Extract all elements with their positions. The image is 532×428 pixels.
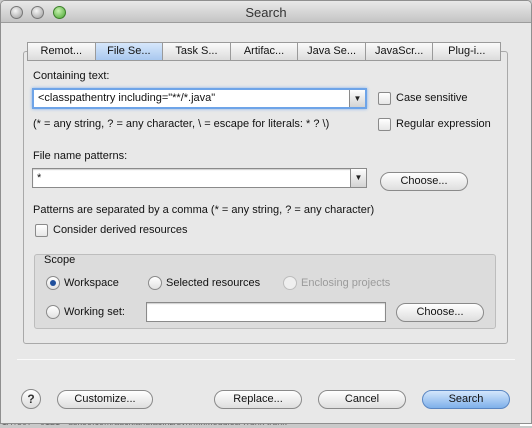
working-set-label: Working set: bbox=[64, 306, 125, 318]
tab-file-search[interactable]: File Se... bbox=[95, 42, 164, 61]
regular-expression-label: Regular expression bbox=[396, 118, 491, 130]
chevron-down-icon[interactable]: ▼ bbox=[350, 169, 366, 187]
containing-text-label: Containing text: bbox=[33, 70, 110, 82]
file-name-patterns-combo[interactable]: * ▼ bbox=[32, 168, 367, 188]
case-sensitive-checkbox[interactable] bbox=[378, 92, 391, 105]
tab-plugin[interactable]: Plug-i... bbox=[433, 42, 502, 61]
replace-button[interactable]: Replace... bbox=[214, 390, 302, 409]
enclosing-projects-radio bbox=[283, 276, 297, 290]
enclosing-projects-label: Enclosing projects bbox=[301, 277, 391, 289]
help-icon[interactable]: ? bbox=[21, 389, 41, 409]
title-bar[interactable]: Search bbox=[1, 1, 531, 23]
containing-text-combo[interactable]: <classpathentry including="**/*.java" ▼ bbox=[32, 88, 367, 109]
case-sensitive-label: Case sensitive bbox=[396, 92, 468, 104]
customize-button[interactable]: Customize... bbox=[57, 390, 153, 409]
file-name-patterns-value: * bbox=[37, 172, 42, 184]
containing-text-value: <classpathentry including="**/*.java" bbox=[38, 92, 216, 104]
file-name-patterns-label: File name patterns: bbox=[33, 150, 128, 162]
scope-title: Scope bbox=[44, 254, 76, 266]
choose-file-patterns-button[interactable]: Choose... bbox=[380, 172, 468, 191]
tab-artifact[interactable]: Artifac... bbox=[230, 42, 299, 61]
choose-working-set-button[interactable]: Choose... bbox=[396, 303, 484, 322]
tab-javascript[interactable]: JavaScr... bbox=[365, 42, 434, 61]
regular-expression-checkbox[interactable] bbox=[378, 118, 391, 131]
workspace-radio[interactable] bbox=[46, 276, 60, 290]
search-dialog: Search Containing text: <classpathentry … bbox=[0, 0, 532, 424]
consider-derived-label: Consider derived resources bbox=[53, 224, 188, 236]
tab-java-search[interactable]: Java Se... bbox=[298, 42, 366, 61]
working-set-field[interactable] bbox=[146, 302, 386, 322]
search-button[interactable]: Search bbox=[422, 390, 510, 409]
selected-resources-label: Selected resources bbox=[166, 277, 261, 289]
window-title: Search bbox=[245, 5, 287, 20]
containing-text-hint: (* = any string, ? = any character, \ = … bbox=[33, 118, 330, 130]
tab-content-panel: Containing text: <classpathentry includi… bbox=[23, 51, 508, 344]
chevron-down-icon[interactable]: ▼ bbox=[349, 90, 365, 107]
search-page-tabs: Remot... File Se... Task S... Artifac...… bbox=[27, 42, 502, 61]
file-patterns-hint: Patterns are separated by a comma (* = a… bbox=[33, 204, 375, 216]
cancel-button[interactable]: Cancel bbox=[318, 390, 406, 409]
footer-separator bbox=[17, 359, 515, 360]
working-set-radio[interactable] bbox=[46, 305, 60, 319]
tab-remote[interactable]: Remot... bbox=[27, 42, 96, 61]
scope-group: Scope Workspace Selected resources Enclo… bbox=[34, 254, 496, 329]
consider-derived-checkbox[interactable] bbox=[35, 224, 48, 237]
workspace-label: Workspace bbox=[64, 277, 119, 289]
selected-resources-radio[interactable] bbox=[148, 276, 162, 290]
tab-task-search[interactable]: Task S... bbox=[163, 42, 231, 61]
